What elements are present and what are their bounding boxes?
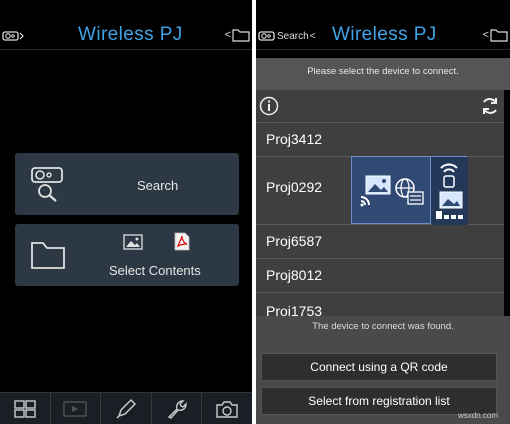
device-row[interactable]: Proj6587 — [256, 224, 504, 258]
right-top-bar: Search < Wireless PJ < — [256, 0, 510, 50]
left-top-bar: Wireless PJ < — [0, 0, 252, 50]
device-name: Proj8012 — [266, 267, 323, 283]
connection-panel: The device to connect was found. Connect… — [256, 316, 510, 424]
app-title: Wireless PJ — [78, 24, 183, 45]
web-icon — [395, 178, 424, 205]
folder-small-icon — [232, 29, 250, 42]
wrench-icon — [167, 399, 187, 419]
select-contents-label: Select Contents — [109, 263, 201, 278]
app-title: Wireless PJ — [332, 24, 437, 45]
pdf-icon — [174, 232, 190, 251]
projector-back-button[interactable] — [2, 30, 24, 42]
device-row[interactable]: Proj3412 — [256, 122, 504, 156]
device-name: Proj0292 — [266, 179, 323, 195]
camera-button[interactable] — [202, 393, 252, 424]
info-icon[interactable] — [259, 96, 279, 116]
pen-icon — [116, 398, 137, 419]
play-icon — [63, 400, 88, 417]
select-contents-button[interactable]: Select Contents — [15, 224, 239, 286]
left-screen: Wireless PJ < Search Select Contents — [0, 0, 252, 424]
cast-image-icon — [360, 175, 391, 207]
projector-search-icon — [31, 167, 63, 202]
grid-button[interactable] — [0, 393, 51, 424]
screen-share-icon — [436, 191, 463, 219]
select-device-prompt: Please select the device to connect. — [256, 58, 510, 90]
refresh-icon[interactable] — [480, 96, 500, 116]
settings-button[interactable] — [152, 393, 203, 424]
camera-icon — [216, 400, 238, 418]
bottom-toolbar — [0, 392, 252, 424]
device-name: Proj3412 — [266, 131, 323, 147]
chevron-left-icon: < — [224, 29, 231, 41]
grid-icon — [14, 399, 36, 418]
device-capabilities-popup — [351, 156, 468, 225]
search-back-button[interactable]: Search < — [258, 30, 316, 42]
device-row[interactable]: Proj8012 — [256, 258, 504, 292]
search-label: Search — [137, 178, 179, 193]
list-header — [256, 90, 504, 122]
chevron-left-icon: < — [482, 29, 489, 41]
projector-small-icon — [258, 31, 275, 41]
projector-small-icon — [2, 31, 24, 41]
wifi-icon — [440, 163, 458, 188]
watermark: wsxdn.com — [457, 411, 498, 420]
connect-qr-button[interactable]: Connect using a QR code — [261, 353, 497, 381]
play-button[interactable] — [51, 393, 102, 424]
chevron-left-icon: < — [309, 30, 316, 42]
prompt-text: Please select the device to connect. — [307, 66, 459, 77]
right-screen: Search < Wireless PJ < Please select the… — [256, 0, 510, 424]
found-message: The device to connect was found. — [312, 321, 454, 332]
pen-button[interactable] — [101, 393, 152, 424]
popup-side-panel — [430, 157, 468, 225]
folder-nav-button[interactable]: < — [225, 28, 250, 42]
image-icon — [123, 234, 143, 250]
search-button[interactable]: Search — [15, 153, 239, 215]
search-back-label: Search — [277, 30, 309, 42]
folder-small-icon — [490, 29, 508, 42]
folder-icon — [31, 242, 65, 269]
device-name: Proj6587 — [266, 233, 323, 249]
folder-nav-button[interactable]: < — [483, 28, 508, 42]
